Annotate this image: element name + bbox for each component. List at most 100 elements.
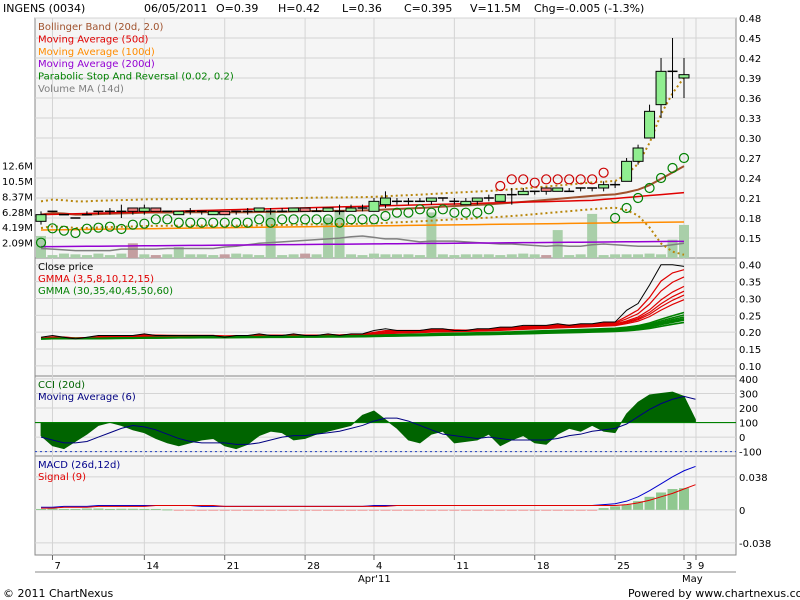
gmma-tick-label: 0.25 [739,311,761,322]
price-tick-label: 0.18 [739,214,761,225]
candle-body [368,200,380,212]
price-tick-label: 0.45 [739,34,761,45]
cci-legend-item: Moving Average (6) [38,392,136,403]
macd-histogram-bar [575,509,586,511]
volume-bar [242,254,253,258]
volume-bar [426,212,437,258]
volume-bar [93,253,104,258]
macd-histogram-bar [231,509,242,511]
volume-bar [598,255,609,258]
price-tick-label: 0.21 [739,194,761,205]
chart-footer: © 2011 ChartNexus Powered by www.chartne… [0,586,800,600]
candle-body [150,207,162,212]
volume-bar [58,253,69,258]
volume-bar [104,255,115,258]
volume-bar [70,254,81,258]
macd-histogram-bar [208,509,219,511]
volume-bar [185,254,196,258]
volume-bar [541,255,552,258]
volume-bar [116,253,127,258]
macd-histogram-bar [414,509,425,511]
volume-bar [208,255,219,258]
x-tick-label: 9 [698,561,704,572]
macd-histogram-bar [116,508,127,510]
powered-by-link[interactable]: Powered by www.chartnexus.com [628,587,800,600]
macd-histogram-bar [529,509,540,511]
candle-body [288,207,300,212]
macd-histogram-bar [162,509,173,511]
x-tick-label: 4 [376,561,382,572]
volume-bar [575,254,586,258]
candle-body [471,197,483,202]
volume-bar [403,254,414,258]
volume-bar [587,213,598,258]
price-legend-item: Moving Average (50d) [38,34,149,45]
macd-histogram-bar [196,509,207,511]
volume-bar [380,254,391,258]
x-month-label: May [682,574,703,585]
macd-tick-label: -0.038 [739,539,771,550]
macd-histogram-bar [36,508,46,510]
x-tick-label: 3 [686,561,692,572]
price-tick-label: 0.42 [739,54,761,65]
candle-body [598,184,610,189]
macd-histogram-bar [368,509,379,511]
cci-legend-item: CCI (20d) [38,380,85,391]
macd-histogram-bar [656,492,667,510]
macd-histogram-bar [506,509,517,511]
volume-bar [391,254,402,258]
volume-bar [150,255,161,258]
macd-histogram-bar [242,509,253,511]
macd-histogram-bar [47,508,58,510]
volume-bar [334,210,345,258]
macd-histogram-bar [518,509,529,511]
macd-histogram-bar [311,509,322,511]
volume-bar [139,254,150,258]
price-legend-item: Moving Average (200d) [38,59,155,70]
price-legend-item: Volume MA (14d) [38,84,124,95]
volume-bar [81,255,92,258]
x-tick-label: 28 [307,561,320,572]
macd-histogram-bar [70,508,81,510]
candle-body [425,197,437,202]
macd-histogram-bar [185,509,196,511]
volume-bar [472,254,483,258]
macd-histogram-bar [139,508,150,510]
x-tick-label: 18 [537,561,550,572]
candle-body [460,200,472,206]
cci-tick-label: 300 [739,389,758,400]
macd-histogram-bar [449,509,460,511]
volume-bar [506,254,517,258]
gmma-tick-label: 0.30 [739,294,761,305]
volume-bar [288,254,299,258]
candle-body [621,160,633,182]
volume-bar [219,254,230,258]
macd-histogram-bar [552,509,563,511]
candle-body [517,190,529,196]
macd-histogram-bar [426,509,437,511]
price-legend-item: Bollinger Band (20d, 2.0) [38,22,164,33]
volume-bar [644,253,655,258]
macd-histogram-bar [380,509,391,511]
gmma-tick-label: 0.35 [739,278,761,289]
volume-bar [357,255,368,258]
macd-histogram-bar [93,508,104,510]
x-tick-label: 25 [617,561,630,572]
stock-chart: 7 14 21 28 4 11 18 25 3 9 Apr'11 May 0.48 0.45 0.42 0.3… [2,14,771,585]
candle-body [494,194,506,202]
macd-histogram-bar [621,504,632,510]
macd-histogram-bar [391,509,402,511]
macd-histogram-bar [357,509,368,511]
gmma-legend-item: Close price [38,262,93,273]
macd-histogram-bar [58,508,69,510]
volume-bar [495,255,506,258]
candle-body [253,207,265,212]
gmma-tick-label: 0.15 [739,345,761,356]
macd-histogram-bar [334,509,345,511]
volume-bar [47,255,58,258]
candle-body [552,187,564,192]
price-tick-label: 0.33 [739,114,761,125]
volume-bar [231,253,242,258]
volume-tick-label: 8.37M [2,193,33,204]
candle-body [678,74,690,79]
